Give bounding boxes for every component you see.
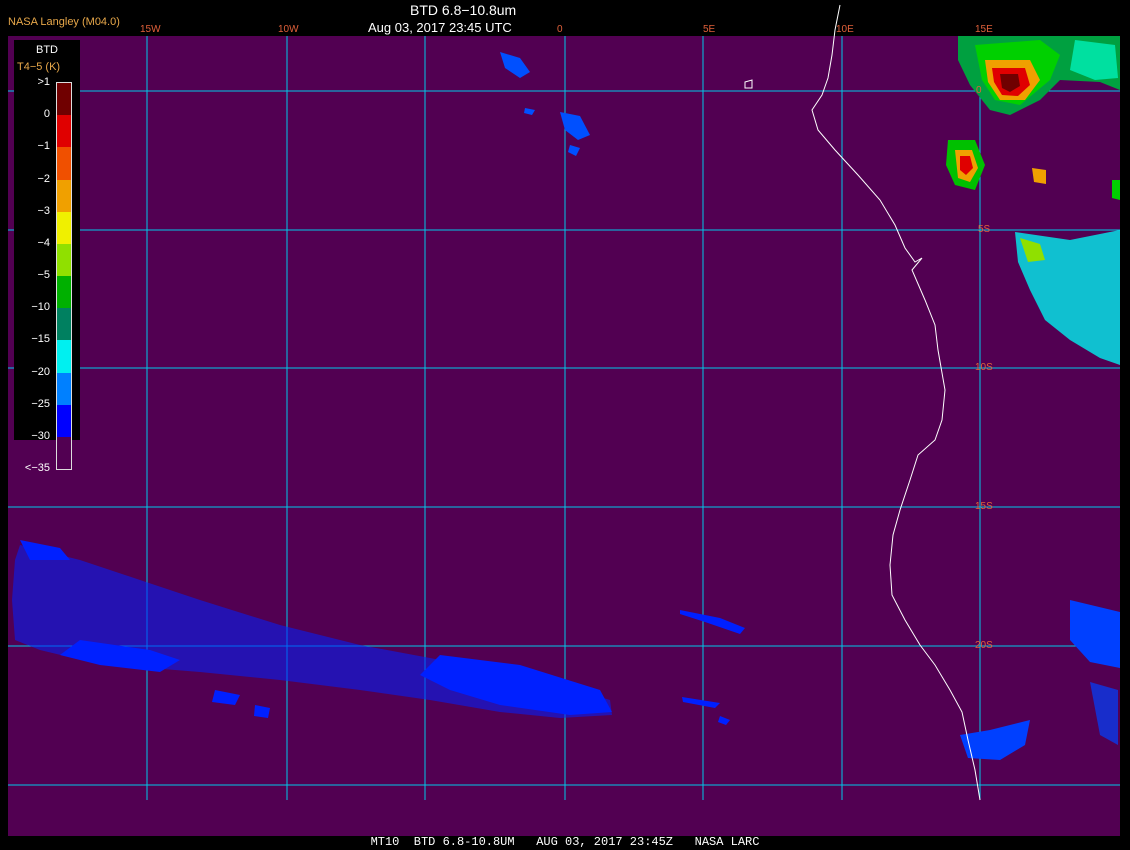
- legend-swatch: [57, 404, 71, 438]
- lon-label-15w: 15W: [140, 24, 161, 35]
- lat-label-15s: 15S: [975, 501, 993, 512]
- lon-label-10e: 10E: [836, 24, 854, 35]
- legend-swatch: [57, 147, 71, 180]
- legend-swatch: [57, 243, 71, 277]
- legend-tick-label: >1: [37, 76, 50, 88]
- color-legend: BTD T4−5 (K) >1 0 −1 −2 −3 −4 −5 −10 −15 −20 −25 −3…: [14, 40, 80, 474]
- legend-colorbar: [56, 82, 72, 470]
- legend-tick-label: <−35: [24, 462, 50, 474]
- datetime-title: Aug 03, 2017 23:45 UTC: [368, 20, 512, 35]
- lon-label-0: 0: [557, 24, 563, 35]
- footer-caption: MT10 BTD 6.8-10.8UM AUG 03, 2017 23:45Z …: [370, 835, 760, 849]
- product-title: BTD 6.8−10.8um: [410, 2, 517, 18]
- lat-label-0: 0: [976, 85, 982, 96]
- legend-tick-label: −3: [37, 204, 50, 217]
- lon-label-5e: 5E: [703, 24, 716, 35]
- lat-label-10s: 10S: [975, 362, 993, 373]
- legend-swatch: [57, 276, 71, 309]
- legend-swatch: [57, 179, 71, 213]
- satellite-map: [0, 0, 1130, 850]
- legend-swatch: [57, 115, 71, 148]
- lon-label-10w: 10W: [278, 24, 299, 35]
- legend-tick-label: −20: [31, 365, 50, 378]
- lat-label-20s: 20S: [975, 640, 993, 651]
- legend-swatch: [57, 308, 71, 341]
- legend-tick-label: −25: [31, 397, 50, 410]
- legend-tick-label: −1: [37, 140, 50, 153]
- organization-label: NASA Langley (M04.0): [8, 16, 120, 28]
- legend-tick-label: −30: [31, 429, 50, 442]
- legend-tick-label: 0: [43, 108, 50, 121]
- legend-tick-label: −10: [31, 301, 50, 314]
- legend-swatch: [57, 436, 71, 470]
- legend-swatch: [57, 340, 71, 373]
- legend-tick-label: −4: [37, 236, 50, 249]
- legend-unit: T4−5 (K): [17, 61, 61, 73]
- legend-tick-label: −5: [37, 269, 50, 281]
- legend-tick-label: −2: [37, 172, 50, 185]
- lon-label-15e: 15E: [975, 24, 993, 35]
- legend-swatch: [57, 211, 71, 245]
- legend-tick-label: −15: [31, 333, 50, 346]
- legend-swatch: [57, 83, 71, 116]
- legend-swatch: [57, 372, 71, 406]
- lat-label-5s: 5S: [978, 224, 991, 235]
- legend-title: BTD: [36, 44, 58, 56]
